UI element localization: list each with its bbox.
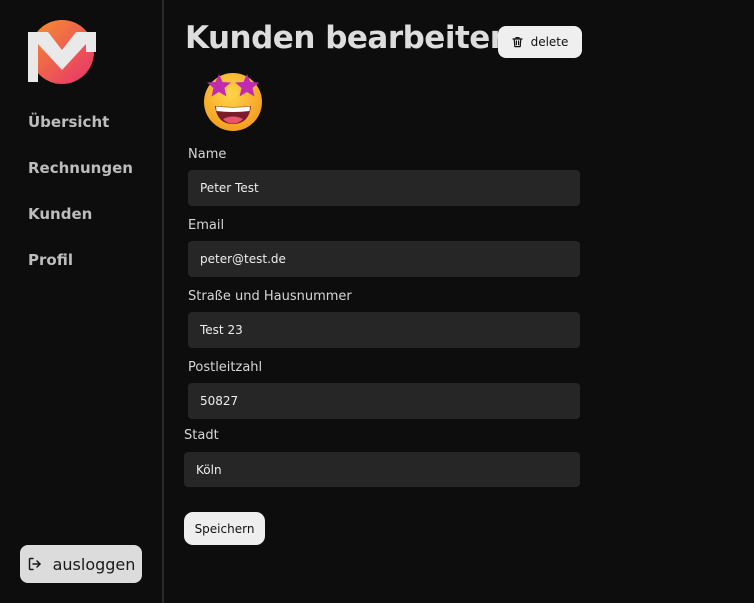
save-button[interactable]: Speichern [184, 512, 265, 545]
name-label: Name [188, 147, 227, 162]
app-logo[interactable] [28, 20, 96, 84]
sidebar-item-rechnungen[interactable]: Rechnungen [28, 159, 133, 177]
sidebar: Übersicht Rechnungen Kunden Profil auslo… [0, 0, 164, 603]
logout-icon [28, 557, 41, 571]
zip-input[interactable] [188, 383, 580, 419]
sidebar-item-uebersicht[interactable]: Übersicht [28, 113, 109, 131]
zip-label: Postleitzahl [188, 360, 263, 375]
city-input[interactable] [184, 452, 580, 487]
street-input[interactable] [188, 312, 580, 348]
city-label: Stadt [184, 428, 219, 443]
street-label: Straße und Hausnummer [188, 289, 352, 304]
email-input[interactable] [188, 241, 580, 277]
trash-icon [511, 37, 523, 48]
sidebar-item-kunden[interactable]: Kunden [28, 205, 92, 223]
star-struck-emoji [204, 73, 262, 131]
app-root: Übersicht Rechnungen Kunden Profil auslo… [0, 0, 754, 603]
sidebar-item-profil[interactable]: Profil [28, 251, 73, 269]
delete-button[interactable]: delete [498, 26, 582, 58]
name-input[interactable] [188, 170, 580, 206]
logout-button[interactable]: ausloggen [20, 545, 142, 583]
logout-label: ausloggen [52, 554, 136, 574]
delete-label: delete [530, 35, 569, 49]
page-title: Kunden bearbeiten [185, 20, 512, 56]
email-label: Email [188, 218, 225, 233]
